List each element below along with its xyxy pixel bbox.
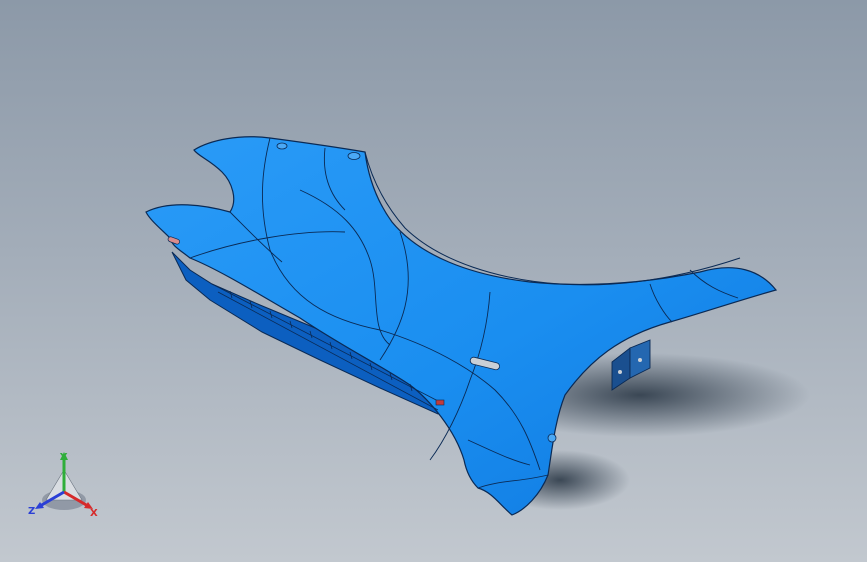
mount-tab-2 xyxy=(347,152,361,160)
x-axis-label: X xyxy=(90,508,98,519)
fender-body xyxy=(145,136,778,516)
y-axis-label: Y xyxy=(59,452,68,463)
z-axis-label: Z xyxy=(28,506,35,517)
graphics-viewport[interactable]: Y X Z xyxy=(0,0,867,562)
mount-tab-1 xyxy=(276,142,288,150)
view-triad[interactable]: Y X Z xyxy=(26,448,102,520)
fender-model[interactable] xyxy=(0,0,867,562)
bolt-hole xyxy=(547,433,557,443)
rear-clip-red xyxy=(435,399,445,406)
